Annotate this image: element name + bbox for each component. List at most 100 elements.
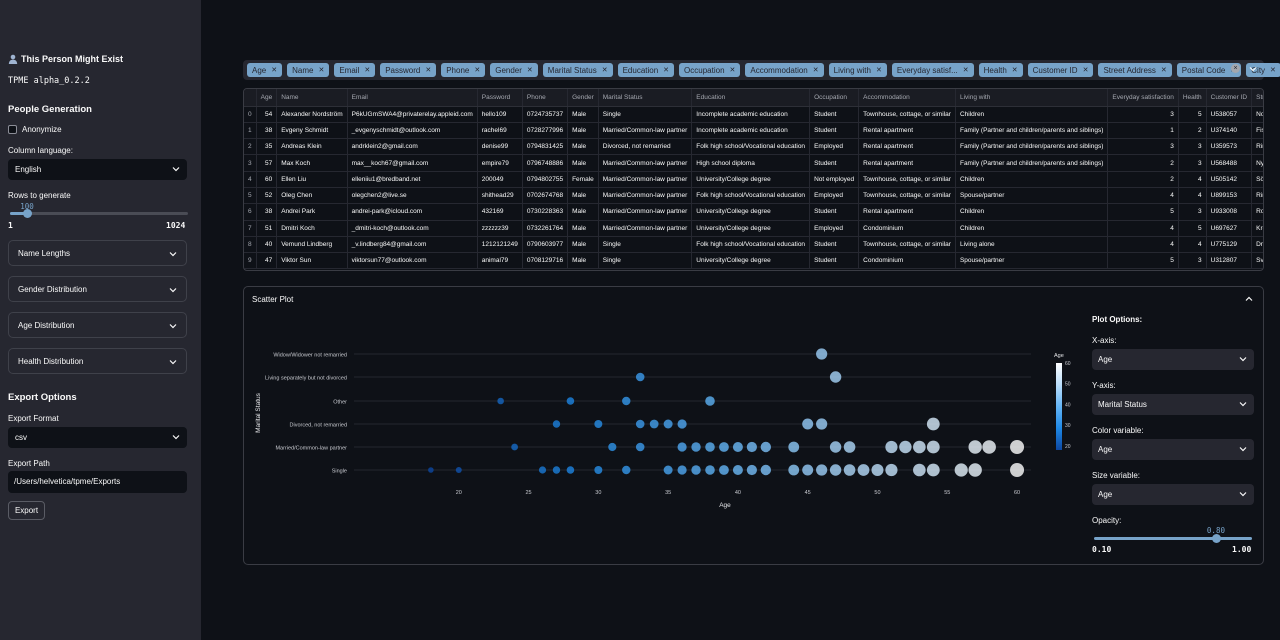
scatter-point[interactable] <box>899 440 912 454</box>
column-tag[interactable]: Marital Status ✕ <box>542 63 613 77</box>
scatter-point[interactable] <box>1010 440 1025 454</box>
scatter-point[interactable] <box>760 464 772 476</box>
scatter-point[interactable] <box>705 442 715 452</box>
column-tag[interactable]: Age ✕ <box>247 63 283 77</box>
scatter-point[interactable] <box>455 467 462 473</box>
scatter-point[interactable] <box>511 443 519 451</box>
scatter-point[interactable] <box>538 466 547 474</box>
table-row[interactable]: 4 60 Ellen Liu elleniiu1@bredband.net 200049… <box>244 171 1263 188</box>
scatter-point[interactable] <box>829 441 842 453</box>
remove-tag-icon[interactable]: ✕ <box>271 66 277 74</box>
age-distribution-expander[interactable]: Age Distribution <box>8 312 187 338</box>
remove-tag-icon[interactable]: ✕ <box>730 66 736 74</box>
table-row[interactable]: 2 35 Andreas Klein andrklein2@gmail.com deni… <box>244 138 1263 156</box>
scatter-point[interactable] <box>719 442 729 452</box>
color-variable-select[interactable]: Age <box>1092 439 1254 460</box>
scatter-point[interactable] <box>691 465 701 475</box>
scatter-point[interactable] <box>677 442 687 452</box>
scatter-point[interactable] <box>649 419 659 429</box>
export-button[interactable]: Export <box>8 501 45 520</box>
scatter-point[interactable] <box>428 467 434 473</box>
scatter-point[interactable] <box>982 440 996 454</box>
column-tag[interactable]: Accommodation ✕ <box>745 63 824 77</box>
scatter-point[interactable] <box>816 418 828 430</box>
column-tag[interactable]: Street Address ✕ <box>1098 63 1172 77</box>
scatter-point[interactable] <box>926 417 940 431</box>
scatter-point[interactable] <box>816 348 828 360</box>
remove-tag-icon[interactable]: ✕ <box>474 66 480 74</box>
column-header[interactable]: Age <box>256 89 278 107</box>
rows-slider-handle[interactable] <box>22 209 32 218</box>
size-variable-select[interactable]: Age <box>1092 484 1254 505</box>
column-multiselect[interactable]: Age ✕ Name ✕ Email ✕ Password ✕ Phone ✕ Gender ✕ Mar… <box>243 60 1280 80</box>
name-lengths-expander[interactable]: Name Lengths <box>8 240 187 266</box>
remove-tag-icon[interactable]: ✕ <box>527 66 533 74</box>
gender-distribution-expander[interactable]: Gender Distribution <box>8 276 187 302</box>
opacity-slider-handle[interactable] <box>1212 534 1222 543</box>
column-language-select[interactable]: English <box>8 159 187 180</box>
remove-tag-icon[interactable]: ✕ <box>1161 66 1167 74</box>
scatter-point[interactable] <box>635 442 645 452</box>
scatter-point[interactable] <box>829 464 842 476</box>
scatter-point[interactable] <box>635 372 645 382</box>
scatter-point[interactable] <box>594 466 603 474</box>
column-tag[interactable]: Email ✕ <box>334 63 376 77</box>
scatter-point[interactable] <box>677 419 687 429</box>
column-tag[interactable]: Health ✕ <box>978 63 1023 77</box>
scatter-point[interactable] <box>705 465 715 475</box>
column-tag[interactable]: Occupation ✕ <box>679 63 741 77</box>
scatter-point[interactable] <box>566 397 575 405</box>
remove-tag-icon[interactable]: ✕ <box>1083 66 1089 74</box>
column-header[interactable]: Gender <box>567 89 599 107</box>
scatter-point[interactable] <box>732 465 743 475</box>
column-header[interactable]: Customer ID <box>1206 89 1253 107</box>
x-axis-select[interactable]: Age <box>1092 349 1254 370</box>
column-tag[interactable]: Everyday satisf... ✕ <box>891 63 974 77</box>
remove-tag-icon[interactable]: ✕ <box>318 66 324 74</box>
table-row[interactable]: 0 54 Alexander Nordström P6kUGmSWA4@private… <box>244 106 1263 123</box>
scatter-point[interactable] <box>788 464 800 476</box>
table-row[interactable]: 5 52 Oleg Chen olegchen2@live.se shithead29 0… <box>244 187 1263 205</box>
anonymize-checkbox-row[interactable]: Anonymize <box>8 125 62 134</box>
export-format-select[interactable]: csv <box>8 427 187 448</box>
column-tag[interactable]: Living with ✕ <box>828 63 887 77</box>
scatter-point[interactable] <box>760 441 772 453</box>
opacity-slider-track[interactable] <box>1094 537 1252 540</box>
remove-tag-icon[interactable]: ✕ <box>1012 66 1018 74</box>
scatter-point[interactable] <box>705 396 715 406</box>
remove-tag-icon[interactable]: ✕ <box>963 66 969 74</box>
scatter-point[interactable] <box>746 441 757 453</box>
scatter-point[interactable] <box>594 420 603 428</box>
scatter-point[interactable] <box>802 464 814 476</box>
scatter-point[interactable] <box>608 442 617 452</box>
column-header[interactable]: Name <box>276 89 348 107</box>
column-header[interactable] <box>244 89 257 107</box>
scatter-point[interactable] <box>926 440 940 454</box>
scatter-point[interactable] <box>968 440 982 454</box>
scatter-point[interactable] <box>885 440 898 454</box>
scatter-point[interactable] <box>719 465 729 475</box>
scatter-point[interactable] <box>913 440 926 454</box>
column-header[interactable]: Phone <box>522 89 569 107</box>
remove-tag-icon[interactable]: ✕ <box>876 66 882 74</box>
column-header[interactable]: Living with <box>955 89 1109 107</box>
column-tag[interactable]: Education ✕ <box>617 63 675 77</box>
scatter-point[interactable] <box>1010 463 1025 477</box>
scatter-point[interactable] <box>968 463 982 477</box>
column-header[interactable]: Health <box>1178 89 1207 107</box>
column-header[interactable]: Street Address <box>1251 89 1263 107</box>
column-header[interactable]: Email <box>347 89 478 107</box>
data-table[interactable]: Age Name Email Password Phone Gender Marital S… <box>243 88 1264 271</box>
rows-slider-track[interactable] <box>10 212 188 215</box>
chevron-up-icon[interactable] <box>1245 295 1253 303</box>
column-tag[interactable]: Customer ID ✕ <box>1027 63 1094 77</box>
column-tag[interactable]: Phone ✕ <box>441 63 486 77</box>
scatter-point[interactable] <box>622 465 631 475</box>
column-header[interactable]: Everyday satisfaction <box>1107 89 1179 107</box>
scatter-point[interactable] <box>926 463 940 477</box>
table-row[interactable]: 9 47 Viktor Sun viktorsun77@outlook.com anim… <box>244 252 1263 270</box>
scatter-point[interactable] <box>843 464 856 476</box>
table-row[interactable]: 8 40 Vemund Lindberg _v.lindberg84@gmail.co… <box>244 236 1263 254</box>
anonymize-checkbox[interactable] <box>8 125 17 134</box>
scatter-point[interactable] <box>635 419 645 429</box>
